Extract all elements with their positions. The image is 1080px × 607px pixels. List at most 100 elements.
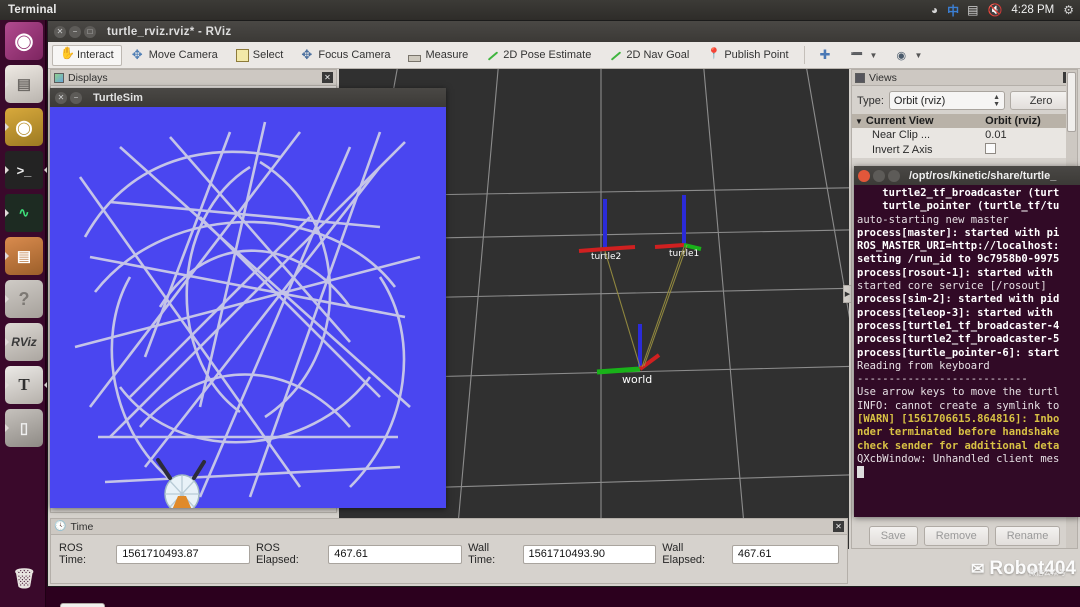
launcher-arrow bbox=[5, 295, 9, 303]
tool-2d-pose-estimate[interactable]: 2D Pose Estimate bbox=[478, 45, 599, 66]
move-camera-icon bbox=[132, 47, 145, 63]
launcher-item-terminal[interactable]: >_ bbox=[5, 151, 48, 189]
chevron-down-icon[interactable]: ▼ bbox=[855, 117, 863, 126]
table-row[interactable]: Near Clip ... 0.01 bbox=[852, 128, 1077, 142]
terminal-output[interactable]: turtle2_tf_broadcaster (turt turtle_poin… bbox=[854, 185, 1080, 517]
terminal-titlebar[interactable]: /opt/ros/kinetic/share/turtle_ bbox=[854, 166, 1080, 185]
panel-collapse-arrow[interactable]: ▶ bbox=[843, 285, 852, 304]
views-buttons: Save Remove Rename bbox=[852, 526, 1077, 546]
turtlesim-canvas[interactable] bbox=[50, 107, 446, 530]
close-icon[interactable]: ✕ bbox=[54, 25, 66, 38]
tool-properties[interactable]: ▼ bbox=[887, 45, 930, 66]
tool-label: 2D Pose Estimate bbox=[503, 49, 592, 61]
chevron-down-icon: ▼ bbox=[869, 50, 878, 60]
close-icon[interactable]: ✕ bbox=[55, 91, 67, 104]
hand-icon bbox=[60, 46, 75, 62]
tool-focus-camera[interactable]: Focus Camera bbox=[293, 45, 398, 66]
close-icon[interactable]: ✕ bbox=[833, 521, 844, 532]
zero-button[interactable]: Zero bbox=[1010, 91, 1072, 110]
near-clip-value[interactable]: 0.01 bbox=[982, 128, 1077, 142]
launcher-item-files[interactable]: ▤ bbox=[5, 65, 43, 103]
time-panel-header: 🕓 Time ✕ bbox=[51, 519, 847, 535]
status-bar: Reset Left-Click: Rotate. Middle-Click: … bbox=[52, 603, 608, 607]
spinner-icon: ▲ ▼ bbox=[993, 93, 1000, 108]
toolbar-separator bbox=[803, 46, 805, 64]
close-icon[interactable]: ✕ bbox=[322, 72, 333, 83]
tool-label: Select bbox=[252, 49, 284, 61]
tool-move-camera[interactable]: Move Camera bbox=[124, 45, 226, 66]
remove-view-button[interactable]: Remove bbox=[923, 526, 989, 546]
reset-button[interactable]: Reset bbox=[60, 603, 105, 607]
launcher-item-rviz[interactable]: RViz bbox=[5, 323, 43, 361]
current-view-value: Orbit (rviz) bbox=[982, 114, 1077, 128]
terminal-line: process[turtle1_tf_broadcaster-4 bbox=[857, 319, 1060, 332]
measure-icon bbox=[408, 54, 422, 62]
clock-icon: 🕓 bbox=[54, 521, 67, 532]
displays-title: Displays bbox=[68, 71, 108, 84]
ros-time-field[interactable]: 1561710493.87 bbox=[116, 544, 250, 564]
unity-launcher: ◉ ▤ ◉ >_ ∿ ▤ ? RViz T ▯ 🗑 bbox=[0, 20, 48, 607]
plus-icon bbox=[820, 47, 833, 63]
minimize-icon[interactable]: − bbox=[70, 91, 82, 104]
minus-icon bbox=[851, 49, 864, 62]
time-title: Time bbox=[70, 520, 94, 533]
launcher-item-system-monitor[interactable]: ∿ bbox=[5, 194, 43, 232]
wall-elapsed-label: Wall Elapsed: bbox=[662, 542, 706, 566]
active-app-name[interactable]: Terminal bbox=[8, 4, 57, 16]
tool-select[interactable]: Select bbox=[228, 45, 292, 66]
wall-time-label: Wall Time: bbox=[468, 542, 496, 566]
launcher-item-ubuntu-dash[interactable]: ◉ bbox=[5, 22, 43, 60]
terminal-line: --------------------------- bbox=[857, 373, 1028, 386]
launcher-item-trash[interactable]: 🗑 bbox=[5, 560, 43, 598]
table-row[interactable]: ▼ Current View Orbit (rviz) bbox=[852, 114, 1077, 128]
invert-z-axis-key: Invert Z Axis bbox=[852, 142, 983, 158]
views-title: Views bbox=[869, 71, 897, 84]
tool-publish-point[interactable]: Publish Point bbox=[699, 45, 796, 66]
save-view-button[interactable]: Save bbox=[868, 526, 918, 546]
launcher-arrow bbox=[5, 252, 9, 260]
screen: Terminal ◕ 中 ▤ 🔇 4:28 PM ⚙ ◉ ▤ ◉ >_ ∿ ▤ … bbox=[0, 0, 1080, 607]
maximize-icon[interactable] bbox=[888, 169, 900, 182]
table-row[interactable]: Invert Z Axis bbox=[852, 142, 1077, 158]
tool-interact[interactable]: Interact bbox=[52, 44, 122, 66]
view-type-select[interactable]: Orbit (rviz) ▲ ▼ bbox=[888, 91, 1005, 110]
rename-view-button[interactable]: Rename bbox=[994, 526, 1061, 546]
invert-z-axis-value[interactable] bbox=[982, 142, 1077, 158]
terminal-line: process[rosout-1]: started with bbox=[857, 266, 1053, 279]
tool-add[interactable] bbox=[812, 45, 841, 66]
maximize-icon[interactable]: □ bbox=[84, 25, 96, 38]
tool-label: Interact bbox=[77, 49, 114, 61]
launcher-item-help[interactable]: ? bbox=[5, 280, 43, 318]
wifi-icon[interactable]: ◕ bbox=[931, 4, 938, 16]
ros-elapsed-field[interactable]: 467.61 bbox=[328, 544, 463, 564]
terminal-line: ROS_MASTER_URI=http://localhost: bbox=[857, 240, 1060, 253]
rviz-titlebar[interactable]: ✕ − □ turtle_rviz.rviz* - RViz bbox=[48, 21, 1080, 42]
scrollbar-thumb[interactable] bbox=[1067, 72, 1076, 132]
tool-measure[interactable]: Measure bbox=[400, 45, 476, 66]
clock[interactable]: 4:28 PM bbox=[1011, 4, 1054, 16]
volume-muted-icon[interactable]: 🔇 bbox=[987, 4, 1002, 16]
tool-2d-nav-goal[interactable]: 2D Nav Goal bbox=[601, 45, 697, 66]
minimize-icon[interactable] bbox=[873, 169, 885, 182]
rviz-window-title: turtle_rviz.rviz* - RViz bbox=[107, 25, 232, 38]
launcher-arrow bbox=[5, 166, 9, 174]
close-icon[interactable] bbox=[858, 169, 870, 182]
tool-remove[interactable]: ▼ bbox=[843, 45, 886, 66]
tool-label: Focus Camera bbox=[318, 49, 391, 61]
wall-elapsed-field[interactable]: 467.61 bbox=[731, 544, 840, 564]
launcher-item-text-editor[interactable]: T bbox=[5, 366, 48, 404]
gear-icon[interactable]: ⚙ bbox=[1063, 4, 1074, 16]
views-icon bbox=[855, 72, 865, 83]
nav-goal-icon bbox=[609, 49, 622, 62]
checkbox[interactable] bbox=[985, 143, 997, 154]
launcher-item-chrome[interactable]: ◉ bbox=[5, 108, 43, 146]
battery-icon[interactable]: ▤ bbox=[967, 4, 978, 16]
chevron-down-icon: ▼ bbox=[914, 50, 923, 60]
views-type-label: Type: bbox=[857, 94, 884, 107]
launcher-item-impress[interactable]: ▤ bbox=[5, 237, 43, 275]
minimize-icon[interactable]: − bbox=[69, 25, 81, 38]
turtlesim-titlebar[interactable]: ✕ − TurtleSim bbox=[50, 88, 446, 107]
launcher-item-disk[interactable]: ▯ bbox=[5, 409, 43, 447]
input-method-icon[interactable]: 中 bbox=[947, 2, 959, 19]
wall-time-field[interactable]: 1561710493.90 bbox=[522, 544, 657, 564]
